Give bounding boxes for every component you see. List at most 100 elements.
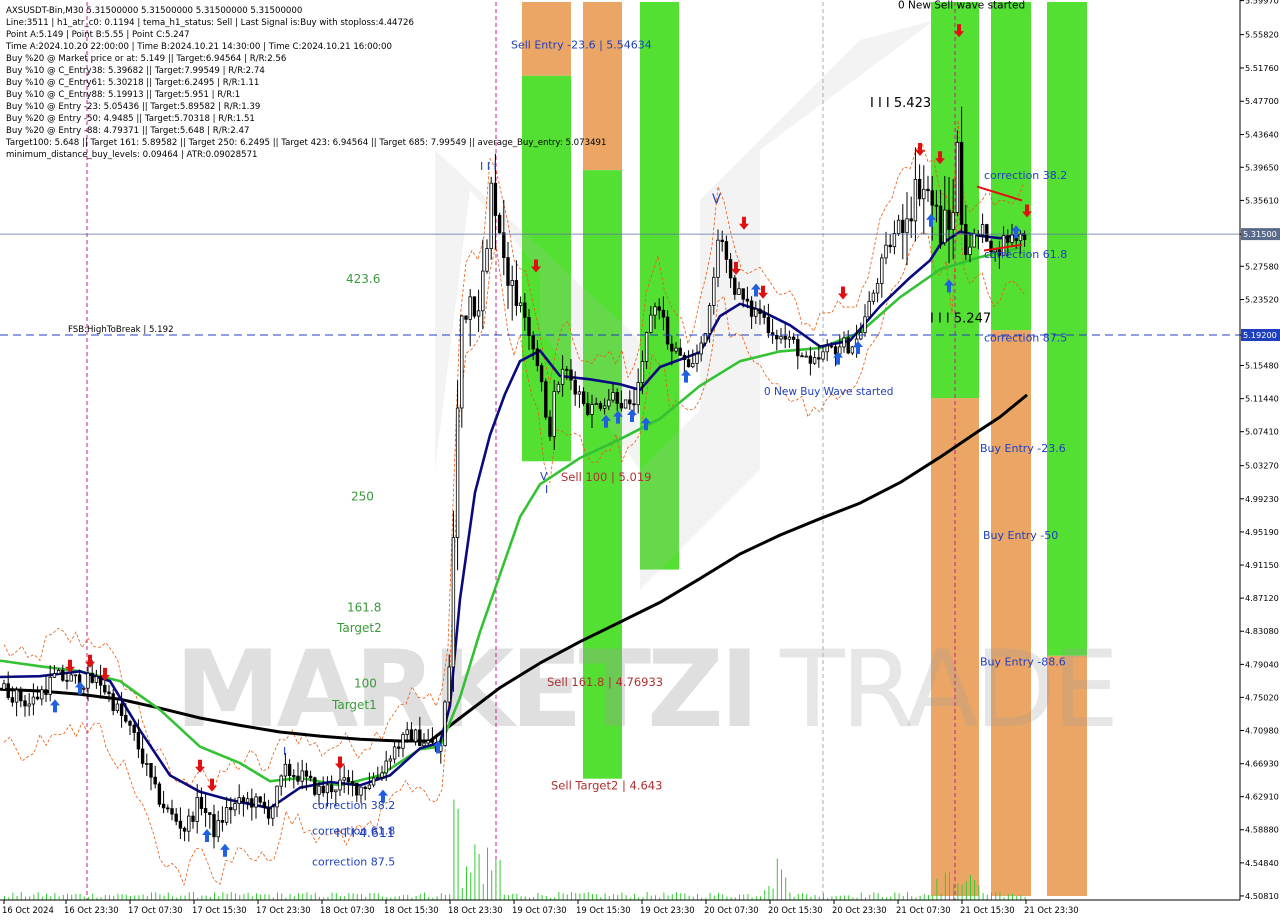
volume-bar: [558, 892, 560, 900]
time-tick-label: 19 Oct 07:30: [512, 905, 567, 915]
volume-bar: [579, 893, 581, 900]
volume-bar: [142, 894, 144, 900]
volume-bar: [516, 893, 518, 900]
candle-bear: [178, 820, 183, 829]
candle-bull: [94, 676, 99, 683]
candle-bear: [170, 808, 174, 815]
volume-bar: [25, 896, 26, 900]
candle-bear: [506, 257, 510, 286]
price-tick-label: 5.07410: [1245, 427, 1279, 437]
info-line: Time A:2024.10.20 22:00:00 | Time B:2024…: [5, 42, 392, 52]
current-price-badge-label: 5.31500: [1243, 229, 1277, 239]
volume-bar: [995, 892, 997, 900]
candle-bull: [880, 257, 884, 284]
volume-bar: [251, 896, 253, 900]
volume-bar: [117, 893, 119, 900]
volume-bar: [634, 894, 635, 900]
candle-bull: [1018, 233, 1023, 242]
candle-bull: [271, 806, 275, 819]
candle-bear: [720, 239, 724, 242]
volume-bar: [58, 896, 60, 900]
price-tick-label: 4.58880: [1245, 825, 1279, 835]
volume-bar: [159, 894, 161, 900]
candle-bear: [166, 807, 170, 810]
time-tick-label: 18 Oct 23:30: [448, 905, 503, 915]
candle-bear: [985, 224, 989, 242]
volume-bar: [991, 892, 992, 900]
volume-bar: [894, 892, 896, 900]
volume-bar: [571, 892, 572, 900]
candle-bull: [216, 820, 220, 838]
price-tick-label: 5.59970: [1245, 0, 1279, 6]
volume-bar: [655, 895, 656, 900]
volume-bar: [335, 893, 337, 900]
candle-bull: [850, 346, 855, 354]
volume-bar: [781, 869, 782, 900]
candle-bull: [27, 703, 31, 707]
candle-bull: [31, 696, 36, 705]
volume-bar: [608, 895, 610, 900]
candle-bull: [972, 233, 976, 248]
volume-bar: [575, 893, 577, 900]
volume-bar: [785, 877, 787, 900]
time-tick-label: 20 Oct 07:30: [704, 905, 759, 915]
time-tick-label: 21 Oct 23:30: [1024, 905, 1079, 915]
volume-bar: [873, 892, 875, 900]
volume-bar: [1016, 896, 1018, 900]
candle-bear: [65, 679, 69, 682]
volume-bar: [419, 894, 421, 900]
volume-bar: [957, 883, 959, 900]
volume-bar: [520, 896, 522, 900]
candle-bear: [6, 683, 10, 698]
candle-bear: [161, 803, 166, 809]
volume-bar: [797, 893, 799, 900]
volume-bar: [764, 890, 766, 900]
candle-bull: [968, 246, 972, 256]
candle-bull: [187, 815, 191, 832]
candle-bull: [422, 742, 426, 747]
chart-svg[interactable]: MARKETZI TRADE FSB:HighToBreak | 5.192 4…: [0, 0, 1280, 920]
volume-bar: [860, 892, 862, 900]
volume-bar: [802, 893, 803, 900]
volume-bar: [281, 893, 283, 900]
candle-bull: [913, 178, 918, 222]
volume-bar: [125, 894, 127, 900]
price-tick-label: 4.99230: [1245, 494, 1279, 504]
wave-label: I: [283, 745, 286, 758]
volume-bar: [344, 896, 346, 900]
volume-bar: [713, 895, 715, 900]
volume-bar: [949, 871, 950, 900]
candle-bull: [821, 351, 825, 360]
price-tick-label: 4.75020: [1245, 692, 1279, 702]
price-tick-label: 4.62910: [1245, 792, 1279, 802]
candle-bull: [905, 218, 909, 234]
chart[interactable]: MARKETZI TRADE FSB:HighToBreak | 5.192 4…: [0, 0, 1280, 920]
volume-bar: [457, 808, 459, 900]
volume-bar: [936, 879, 938, 900]
candle-bull: [485, 248, 489, 272]
candle-bear: [98, 676, 103, 686]
volume-bar: [688, 895, 690, 900]
candle-bull: [392, 746, 397, 760]
candle-bear: [791, 336, 796, 341]
candle-bull: [712, 276, 716, 306]
candle-bear: [90, 672, 94, 683]
info-line: Buy %20 @ Entry -50: 4.9485 || Target:5.…: [6, 114, 255, 124]
candle-bear: [1006, 235, 1010, 243]
volume-bar: [180, 895, 182, 900]
volume-bar: [613, 894, 614, 900]
candle-bear: [947, 209, 951, 230]
candle-bear: [724, 241, 729, 260]
candle-bull: [279, 775, 283, 787]
price-tick-label: 4.87120: [1245, 593, 1279, 603]
volume-bar: [37, 892, 39, 900]
volume-bar: [844, 895, 845, 900]
candle-bear: [174, 813, 178, 822]
price-tick-label: 4.54840: [1245, 858, 1279, 868]
volume-bar: [83, 896, 85, 900]
candle-bear: [565, 368, 569, 371]
volume-bar: [226, 893, 228, 900]
candle-bear: [657, 306, 661, 311]
candle-bear: [800, 355, 804, 358]
candle-bear: [573, 379, 577, 395]
